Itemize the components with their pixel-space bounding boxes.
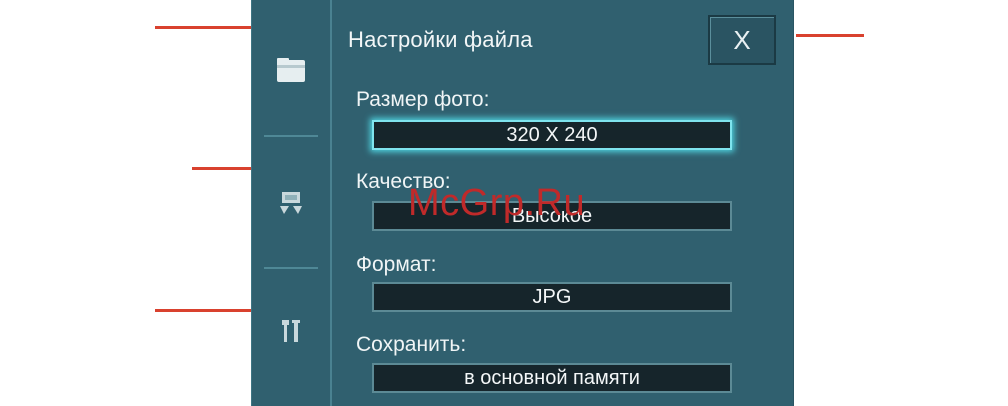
photo-size-label: Размер фото:	[356, 88, 490, 111]
save-location-label: Сохранить:	[356, 333, 467, 356]
callout-line-close	[796, 34, 864, 37]
format-select[interactable]: JPG	[372, 282, 732, 312]
photo-icon	[280, 192, 302, 214]
sidebar-item-photo[interactable]	[252, 185, 330, 219]
save-location-select[interactable]: в основной памяти	[372, 363, 732, 393]
dialog-title: Настройки файла	[348, 27, 533, 52]
callout-line-folder	[155, 26, 251, 29]
callout-line-tools	[155, 309, 251, 312]
folder-icon	[277, 58, 305, 82]
sidebar	[252, 0, 332, 406]
close-button[interactable]: X	[708, 15, 776, 65]
sidebar-divider	[264, 135, 318, 137]
tools-icon	[282, 320, 300, 342]
photo-size-select[interactable]: 320 X 240	[372, 120, 732, 150]
sidebar-divider	[264, 267, 318, 269]
sidebar-item-folder[interactable]	[252, 50, 330, 90]
callout-line-photo	[192, 167, 251, 170]
format-label: Формат:	[356, 253, 437, 276]
sidebar-item-tools[interactable]	[252, 314, 330, 348]
watermark: McGrp.Ru	[408, 182, 586, 224]
